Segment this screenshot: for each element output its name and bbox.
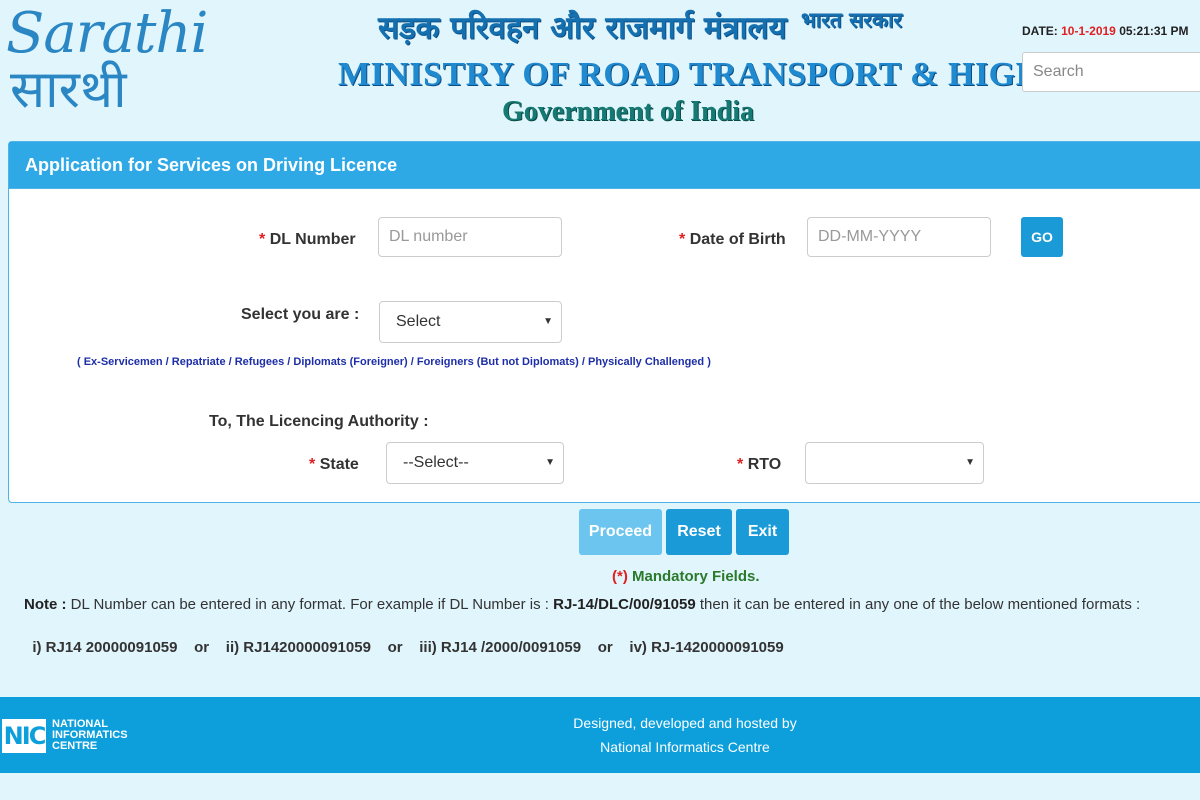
required-mark: * — [737, 456, 744, 473]
logo-text-hi: सारथी — [10, 60, 127, 120]
search-input[interactable] — [1022, 52, 1200, 92]
chevron-down-icon: ▼ — [545, 457, 555, 468]
note-text: DL Number can be entered in any format. … — [70, 596, 549, 613]
dob-label-text: Date of Birth — [689, 231, 786, 248]
required-mark: * — [259, 231, 266, 248]
rto-label-text: RTO — [747, 456, 782, 473]
category-note: ( Ex-Servicemen / Repatriate / Refugees … — [77, 356, 711, 368]
footer-credit-line-1: Designed, developed and hosted by — [573, 715, 797, 731]
chevron-down-icon: ▼ — [965, 457, 975, 468]
rto-label: * RTO — [737, 456, 781, 474]
panel-title: Application for Services on Driving Lice… — [9, 142, 1200, 189]
chevron-down-icon: ▼ — [543, 316, 553, 327]
state-label-text: State — [319, 456, 359, 473]
date-time-display: DATE: 10-1-2019 05:21:31 PM — [1022, 24, 1189, 38]
application-panel: Application for Services on Driving Lice… — [8, 141, 1200, 503]
logo-text-en: Sarathi — [6, 1, 208, 66]
go-button[interactable]: GO — [1021, 217, 1063, 257]
licencing-authority-label: To, The Licencing Authority : — [209, 413, 429, 430]
dl-number-input[interactable] — [378, 217, 562, 257]
dl-format-note: Note : DL Number can be entered in any f… — [24, 596, 1140, 613]
category-select[interactable]: Select ▼ — [379, 301, 562, 343]
government-en: Government of India — [502, 96, 754, 127]
mandatory-text: Mandatory Fields. — [632, 568, 760, 585]
required-mark: * — [309, 456, 316, 473]
dl-format-examples: i) RJ14 20000091059 or ii) RJ14200000910… — [24, 622, 784, 656]
exit-button[interactable]: Exit — [736, 509, 789, 555]
state-select[interactable]: --Select-- ▼ — [386, 442, 564, 484]
proceed-button[interactable]: Proceed — [579, 509, 662, 555]
date-value: 10-1-2019 — [1061, 24, 1116, 38]
note-example: RJ-14/DLC/00/91059 — [553, 596, 696, 613]
dl-number-label: * DL Number — [259, 231, 356, 249]
mandatory-fields-note: (*) Mandatory Fields. — [612, 568, 760, 585]
note-label: Note : — [24, 596, 67, 613]
dl-number-label-text: DL Number — [269, 231, 356, 248]
time-value: 05:21:31 PM — [1119, 24, 1189, 38]
dob-label: * Date of Birth — [679, 231, 786, 249]
required-mark: * — [679, 231, 686, 248]
footer-credit-line-2: National Informatics Centre — [600, 739, 770, 755]
ministry-name-hi: सड़क परिवहन और राजमार्ग मंत्रालय — [378, 10, 787, 46]
footer: NIC NATIONAL INFORMATICS CENTRE Designed… — [0, 697, 1200, 773]
select-you-are-label: Select you are : — [241, 306, 360, 323]
reset-button[interactable]: Reset — [666, 509, 732, 555]
mandatory-mark: (*) — [612, 568, 628, 585]
state-label: * State — [309, 456, 359, 474]
dob-input[interactable] — [807, 217, 991, 257]
note-text-2: then it can be entered in any one of the… — [699, 596, 1141, 613]
ministry-title-hindi: सड़क परिवहन और राजमार्ग मंत्रालय भारत सर… — [378, 6, 902, 48]
sarathi-logo: Sarathi सारथी — [6, 4, 208, 128]
format-examples: i) RJ14 20000091059 or ii) RJ14200000910… — [32, 639, 784, 656]
category-select-value: Select — [396, 313, 441, 330]
date-label: DATE: — [1022, 24, 1058, 38]
ministry-name-en: MINISTRY OF ROAD TRANSPORT & HIGHWAYS — [338, 56, 1140, 93]
rto-select[interactable]: ▼ — [805, 442, 984, 484]
government-hi: भारत सरकार — [801, 8, 903, 32]
state-select-value: --Select-- — [403, 454, 469, 471]
